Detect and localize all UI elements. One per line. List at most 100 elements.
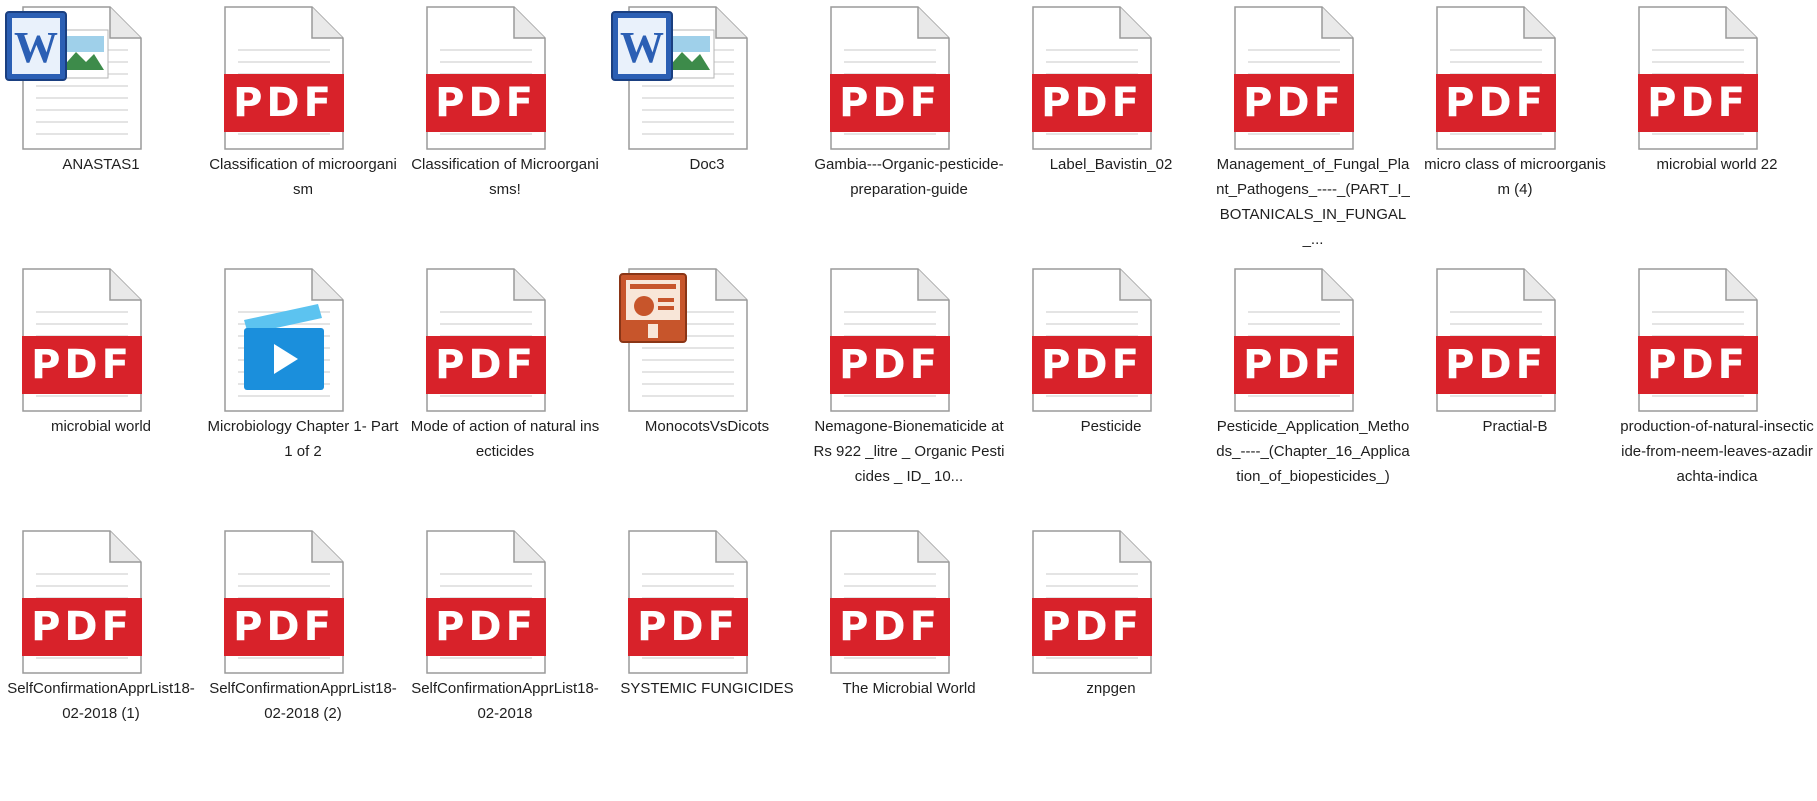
pdf-file-icon: PDF — [0, 262, 202, 412]
file-item[interactable]: PDF Label_Bavistin_02 — [1010, 0, 1212, 262]
file-name-label: SYSTEMIC FUNGICIDES — [620, 680, 794, 697]
svg-text:W: W — [620, 23, 664, 72]
pdf-file-icon: PDF — [1414, 0, 1616, 150]
file-name-label: SelfConfirmationApprList18-02-2018 (1) — [7, 680, 195, 722]
file-item[interactable]: PDF znpgen — [1010, 524, 1212, 786]
pdf-badge: PDF — [1436, 336, 1556, 394]
video-file-icon — [202, 262, 404, 412]
file-item[interactable]: PDF micro class of microorganism (4) — [1414, 0, 1616, 262]
document-page-icon — [224, 268, 344, 412]
file-name-label: Microbiology Chapter 1- Part 1 of 2 — [207, 418, 399, 460]
pdf-file-icon: PDF — [1414, 262, 1616, 412]
pdf-file-icon: PDF — [404, 262, 606, 412]
pdf-badge: PDF — [830, 598, 950, 656]
pdf-file-icon: PDF — [1616, 0, 1817, 150]
file-item[interactable]: PDF microbial world 22 — [1616, 0, 1817, 262]
pdf-file-icon: PDF — [1616, 262, 1817, 412]
pdf-file-icon: PDF — [808, 524, 1010, 674]
file-name-label: MonocotsVsDicots — [644, 418, 770, 435]
document-page-icon: PDF — [1436, 268, 1556, 412]
pdf-badge: PDF — [1032, 336, 1152, 394]
document-page-icon: PDF — [22, 530, 142, 674]
document-page-icon — [619, 268, 748, 412]
file-name-label: micro class of microorganism (4) — [1424, 156, 1606, 198]
file-name-label: Nemagone-Bionematicide at Rs 922 _litre … — [813, 418, 1005, 485]
file-item[interactable]: PDF Pesticide_Application_Methods_----_(C… — [1212, 262, 1414, 524]
file-name-label: SelfConfirmationApprList18-02-2018 — [411, 680, 599, 722]
document-page-icon: PDF — [224, 530, 344, 674]
pdf-file-icon: PDF — [1212, 262, 1414, 412]
file-item[interactable]: PDF Management_of_Fungal_Plant_Pathogens_… — [1212, 0, 1414, 262]
file-name-label: Management_of_Fungal_Plant_Pathogens_---… — [1216, 156, 1410, 248]
document-page-icon: PDF — [224, 6, 344, 150]
document-page-icon: PDF — [426, 6, 546, 150]
file-item[interactable]: PDF SelfConfirmationApprList18-02-2018 — [404, 524, 606, 786]
file-item[interactable]: PDF SYSTEMIC FUNGICIDES — [606, 524, 808, 786]
file-item[interactable]: PDF Gambia---Organic-pesticide-preparatio… — [808, 0, 1010, 262]
file-item[interactable]: PDF Mode of action of natural insecticide… — [404, 262, 606, 524]
pdf-file-icon: PDF — [1010, 524, 1212, 674]
pdf-file-icon: PDF — [808, 262, 1010, 412]
pdf-badge: PDF — [426, 74, 546, 132]
file-item[interactable]: PDF production-of-natural-insecticide-fro… — [1616, 262, 1817, 524]
file-item[interactable]: PDF The Microbial World — [808, 524, 1010, 786]
pdf-badge: PDF — [426, 598, 546, 656]
file-name-label: znpgen — [1086, 680, 1136, 697]
file-name-label: ANASTAS1 — [62, 156, 140, 173]
document-page-icon: PDF — [1032, 6, 1152, 150]
pdf-badge: PDF — [830, 74, 950, 132]
pdf-badge: PDF — [22, 336, 142, 394]
pdf-file-icon: PDF — [0, 524, 202, 674]
pdf-file-icon: PDF — [202, 0, 404, 150]
file-name-label: Label_Bavistin_02 — [1049, 156, 1173, 173]
document-page-icon: PDF — [426, 268, 546, 412]
document-page-icon: W — [611, 6, 748, 150]
pdf-badge: PDF — [1234, 336, 1354, 394]
file-item[interactable]: W Doc3 — [606, 0, 808, 262]
file-item[interactable]: PDF Practial-B — [1414, 262, 1616, 524]
document-page-icon: PDF — [830, 530, 950, 674]
file-item[interactable]: MonocotsVsDicots — [606, 262, 808, 524]
file-item[interactable]: PDF Classification of microorganism — [202, 0, 404, 262]
pdf-badge: PDF — [1436, 74, 1556, 132]
file-name-label: Gambia---Organic-pesticide-preparation-g… — [814, 156, 1004, 198]
pdf-badge: PDF — [1234, 74, 1354, 132]
pdf-file-icon: PDF — [202, 524, 404, 674]
document-page-icon: PDF — [22, 268, 142, 412]
file-item[interactable]: PDF Classification of Microorganisms! — [404, 0, 606, 262]
pdf-file-icon: PDF — [404, 524, 606, 674]
pdf-file-icon: PDF — [808, 0, 1010, 150]
pdf-file-icon: PDF — [404, 0, 606, 150]
document-page-icon: PDF — [426, 530, 546, 674]
pdf-badge: PDF — [22, 598, 142, 656]
document-page-icon: PDF — [1436, 6, 1556, 150]
svg-text:W: W — [14, 23, 58, 72]
file-name-label: Pesticide_Application_Methods_----_(Chap… — [1216, 418, 1410, 485]
file-item[interactable]: W ANASTAS1 — [0, 0, 202, 262]
document-page-icon: PDF — [1032, 530, 1152, 674]
pdf-badge: PDF — [1032, 74, 1152, 132]
file-name-label: production-of-natural-insecticide-from-n… — [1620, 418, 1814, 485]
document-page-icon: PDF — [1638, 6, 1758, 150]
file-item[interactable]: PDF SelfConfirmationApprList18-02-2018 (1… — [0, 524, 202, 786]
file-name-label: Classification of Microorganisms! — [411, 156, 599, 198]
word-logo-icon: W — [4, 10, 114, 86]
pdf-file-icon: PDF — [606, 524, 808, 674]
pdf-badge: PDF — [224, 74, 344, 132]
document-page-icon: PDF — [830, 6, 950, 150]
pdf-badge: PDF — [1032, 598, 1152, 656]
pdf-badge: PDF — [224, 598, 344, 656]
file-item[interactable]: PDF microbial world — [0, 262, 202, 524]
file-item[interactable]: PDF Pesticide — [1010, 262, 1212, 524]
file-item[interactable]: Microbiology Chapter 1- Part 1 of 2 — [202, 262, 404, 524]
file-item[interactable]: PDF Nemagone-Bionematicide at Rs 922 _lit… — [808, 262, 1010, 524]
file-grid: W ANASTAS1 PDF Classification of microorg… — [0, 0, 1817, 801]
word-file-icon: W — [0, 0, 202, 150]
powerpoint-logo-icon — [618, 272, 688, 344]
pdf-badge: PDF — [628, 598, 748, 656]
file-item[interactable]: PDF SelfConfirmationApprList18-02-2018 (2… — [202, 524, 404, 786]
file-name-label: Classification of microorganism — [209, 156, 397, 198]
document-page-icon: PDF — [1638, 268, 1758, 412]
file-name-label: Doc3 — [689, 156, 725, 173]
pdf-badge: PDF — [426, 336, 546, 394]
